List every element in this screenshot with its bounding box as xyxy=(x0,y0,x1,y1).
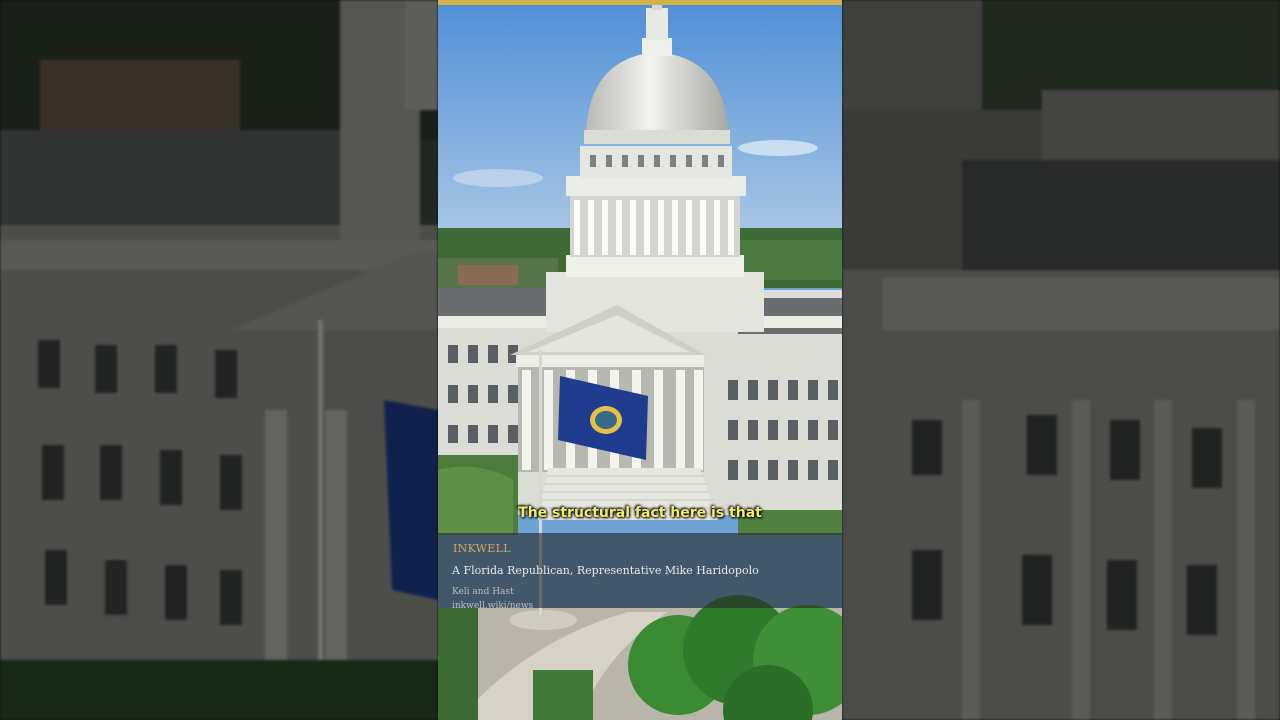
capitol-building-image xyxy=(438,0,842,720)
article-authors: Keli and Hast xyxy=(452,587,514,597)
brand-name: INKWELL xyxy=(453,542,511,555)
blurred-backdrop-right xyxy=(842,0,1280,720)
article-info-card[interactable]: INKWELL A Florida Republican, Representa… xyxy=(438,533,842,611)
article-url[interactable]: inkwell.wiki/news xyxy=(452,601,533,611)
article-headline: A Florida Republican, Representative Mik… xyxy=(452,564,759,577)
accent-bar xyxy=(438,0,842,5)
video-frame[interactable]: The structural fact here is that INKWELL… xyxy=(438,0,842,720)
video-player[interactable]: The structural fact here is that INKWELL… xyxy=(0,0,1280,720)
subtitle-caption: The structural fact here is that xyxy=(518,505,762,521)
blurred-backdrop-left xyxy=(0,0,438,720)
